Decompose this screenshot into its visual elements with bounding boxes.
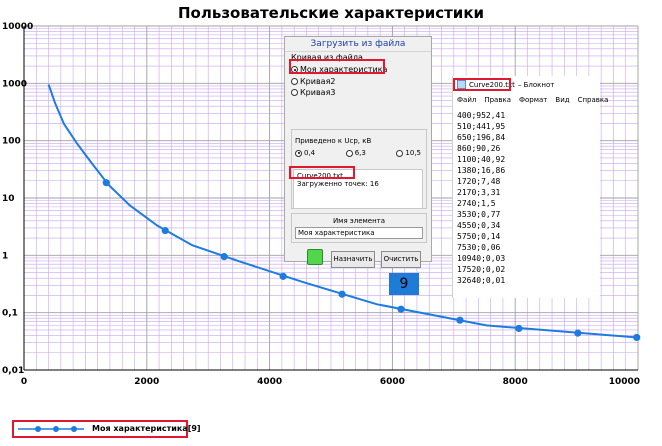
series-marker [220,253,228,261]
series-marker [161,227,169,235]
voltage-label: 0,4 [304,149,316,157]
notepad-menu: Файл Правка Формат Вид Справка [457,96,608,104]
series-marker [515,324,523,333]
series-marker [397,305,405,313]
notepad-app-name: – Блокнот [517,80,555,89]
clear-button[interactable]: Очистить [381,251,421,268]
x-tick-label: 6000 [380,377,405,387]
radio-icon [291,89,298,96]
x-tick-label: 0 [21,377,27,387]
legend-line-icon [18,426,84,432]
series-marker [456,316,464,324]
voltage-option-3[interactable]: 10,5 [396,149,421,157]
curve-count-badge: 9 [389,273,419,295]
menu-file[interactable]: Файл [457,96,476,104]
series-marker [574,329,582,337]
chart-legend: Моя характеристика[9] [12,420,201,438]
menu-help[interactable]: Справка [578,96,609,104]
menu-edit[interactable]: Правка [484,96,511,104]
highlight-file-name [289,166,355,179]
voltage-options: 0,4 6,3 10,5 [295,149,421,157]
load-from-file-dialog: Загрузить из файла Кривая из файла Моя х… [284,36,432,295]
y-tick-label: 0,01 [2,366,24,376]
element-name-input[interactable]: Моя характеристика [295,227,423,239]
radio-icon [396,149,404,157]
voltage-label: 6,3 [354,149,366,157]
voltage-title: Приведено к Uср, кВ [295,137,372,145]
series-marker [633,333,641,342]
series-marker [279,272,287,280]
series-marker [102,179,110,187]
curve-option-2[interactable]: Кривая2 [291,77,335,86]
color-button[interactable] [307,249,323,265]
highlight-notepad-title [453,78,511,91]
y-tick-label: 1 [2,251,8,261]
highlight-curve-option [289,59,385,74]
y-tick-label: 1000 [2,79,27,89]
notepad-text[interactable]: 400;952,41 510;441,95 650;196,84 860;90,… [457,110,505,286]
dialog-header[interactable]: Загрузить из файла [285,37,431,52]
curve-option-label: Кривая2 [300,77,336,86]
x-tick-label: 10000 [609,377,640,387]
voltage-option-2[interactable]: 6,3 [345,149,366,157]
y-tick-label: 10 [2,194,15,204]
radio-icon [345,149,353,157]
notepad-window: Curve200.txt – Блокнот Файл Правка Форма… [452,76,608,298]
radio-selected-icon [295,149,302,157]
y-tick-label: 10000 [2,22,33,32]
menu-view[interactable]: Вид [555,96,569,104]
y-tick-label: 100 [2,137,21,147]
voltage-label: 10,5 [405,149,421,157]
y-tick-label: 0,1 [2,309,18,319]
x-tick-label: 8000 [503,377,528,387]
radio-icon [291,78,298,85]
x-tick-label: 2000 [134,377,159,387]
points-loaded: Загруженно точек: 16 [297,180,379,188]
element-name-label: Имя элемента [332,217,386,225]
series-marker [338,290,346,298]
curve-option-3[interactable]: Кривая3 [291,88,335,97]
voltage-option-1[interactable]: 0,4 [295,149,315,157]
curve-option-label: Кривая3 [300,88,336,97]
x-tick-label: 4000 [257,377,282,387]
legend-label: Моя характеристика[9] [92,424,201,433]
assign-button[interactable]: Назначить [331,251,375,268]
chart-title: Пользовательские характеристики [177,4,485,22]
menu-format[interactable]: Формат [519,96,547,104]
